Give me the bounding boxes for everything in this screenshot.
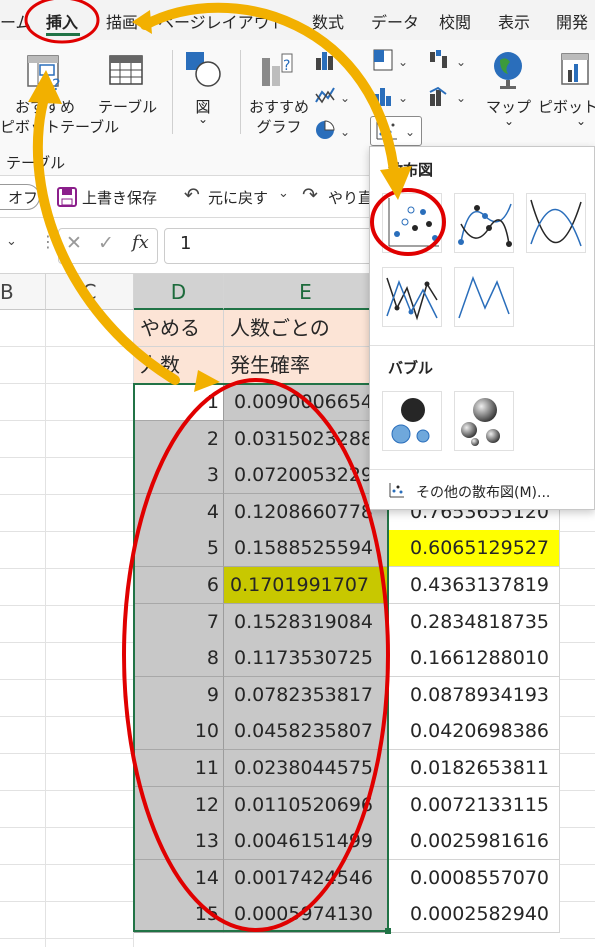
annotation-overlay xyxy=(24,0,446,932)
insert-tab-highlight xyxy=(24,0,100,44)
arrow-head xyxy=(194,370,220,392)
scatter-option-highlight xyxy=(370,188,446,256)
data-range-highlight xyxy=(122,378,390,932)
arrow-data-to-insert xyxy=(32,90,180,385)
arrow-head xyxy=(28,70,62,104)
arrow-insert-to-scatter xyxy=(140,2,400,185)
arrow-head xyxy=(380,166,412,200)
arrow-head xyxy=(132,10,152,34)
